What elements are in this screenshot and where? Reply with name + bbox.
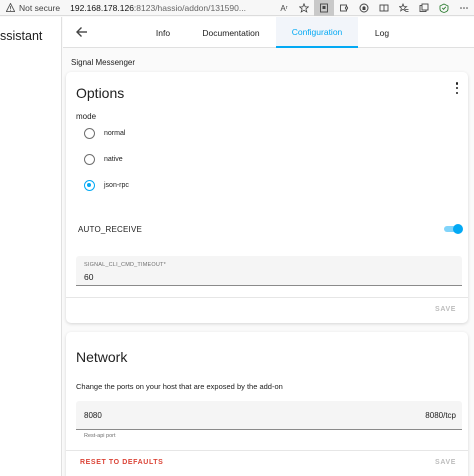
radio-mode-native[interactable]: native bbox=[84, 154, 123, 165]
collections-icon[interactable] bbox=[414, 0, 434, 16]
url-path: :8123/hassio/addon/131590... bbox=[133, 2, 246, 13]
network-save-button[interactable]: SAVE bbox=[435, 459, 456, 466]
sidebar: ssistant bbox=[0, 17, 62, 476]
favorites-list-icon[interactable] bbox=[394, 0, 414, 16]
network-description: Change the ports on your host that are e… bbox=[76, 382, 283, 391]
split-screen-icon[interactable] bbox=[374, 0, 394, 16]
extension-icon[interactable] bbox=[314, 0, 334, 16]
addon-tabs-header: Info Documentation Configuration Log bbox=[63, 17, 474, 48]
more-icon[interactable] bbox=[454, 0, 474, 16]
auto-receive-toggle[interactable] bbox=[444, 224, 463, 234]
url-host: 192.168.178.126 bbox=[70, 2, 134, 13]
radio-mode-json-rpc[interactable]: json-rpc bbox=[84, 180, 129, 191]
github-icon[interactable] bbox=[354, 0, 374, 16]
security-indicator[interactable]: Not secure bbox=[0, 3, 60, 13]
port-field-value[interactable]: 8080 bbox=[84, 411, 102, 420]
sidebar-app-title: ssistant bbox=[0, 29, 43, 43]
timeout-field-label: SIGNAL_CLI_CMD_TIMEOUT* bbox=[84, 262, 166, 268]
tab-log[interactable]: Log bbox=[361, 17, 403, 48]
port-field[interactable]: 8080 8080/tcp bbox=[76, 401, 462, 430]
options-save-button[interactable]: SAVE bbox=[435, 306, 456, 313]
back-arrow-icon[interactable] bbox=[75, 25, 89, 39]
puzzle-icon[interactable] bbox=[334, 0, 354, 16]
url-field[interactable]: 192.168.178.126:8123/hassio/addon/131590… bbox=[70, 3, 246, 13]
radio-label: normal bbox=[104, 130, 126, 137]
auto-receive-label: AUTO_RECEIVE bbox=[78, 225, 143, 234]
timeout-field[interactable]: SIGNAL_CLI_CMD_TIMEOUT* 60 bbox=[76, 256, 462, 286]
radio-mode-normal[interactable]: normal bbox=[84, 128, 125, 139]
radio-label: native bbox=[104, 156, 123, 163]
options-title: Options bbox=[76, 85, 125, 101]
toggle-thumb bbox=[453, 224, 463, 234]
browser-address-bar: Not secure 192.168.178.126:8123/hassio/a… bbox=[0, 0, 474, 16]
timeout-field-value[interactable]: 60 bbox=[84, 272, 93, 282]
read-aloud-icon[interactable]: Aʳ bbox=[274, 0, 294, 16]
radio-label: json-rpc bbox=[104, 182, 129, 189]
reset-to-defaults-button[interactable]: RESET TO DEFAULTS bbox=[80, 459, 163, 466]
port-field-suffix: 8080/tcp bbox=[425, 411, 456, 420]
security-label: Not secure bbox=[19, 2, 61, 13]
radio-button[interactable] bbox=[84, 128, 95, 139]
card-divider bbox=[66, 450, 468, 451]
radio-button-checked[interactable] bbox=[84, 180, 95, 191]
network-title: Network bbox=[76, 349, 128, 365]
browser-toolbar: Aʳ bbox=[274, 0, 474, 16]
favorite-icon[interactable] bbox=[294, 0, 314, 16]
card-divider bbox=[66, 297, 468, 298]
browser-essentials-icon[interactable] bbox=[434, 0, 454, 16]
kebab-menu-icon[interactable] bbox=[454, 82, 460, 94]
port-helper-text: Rest-api port bbox=[84, 433, 116, 439]
network-card: Network Change the ports on your host th… bbox=[66, 332, 468, 476]
warning-icon bbox=[6, 3, 15, 12]
radio-button[interactable] bbox=[84, 154, 95, 165]
mode-label: mode bbox=[76, 112, 97, 121]
tab-info[interactable]: Info bbox=[133, 17, 193, 48]
addon-name: Signal Messenger bbox=[71, 58, 136, 67]
tab-documentation[interactable]: Documentation bbox=[195, 17, 267, 48]
tab-configuration[interactable]: Configuration bbox=[276, 17, 358, 48]
options-card: Options mode normal native json-rpc AUTO… bbox=[66, 72, 468, 323]
